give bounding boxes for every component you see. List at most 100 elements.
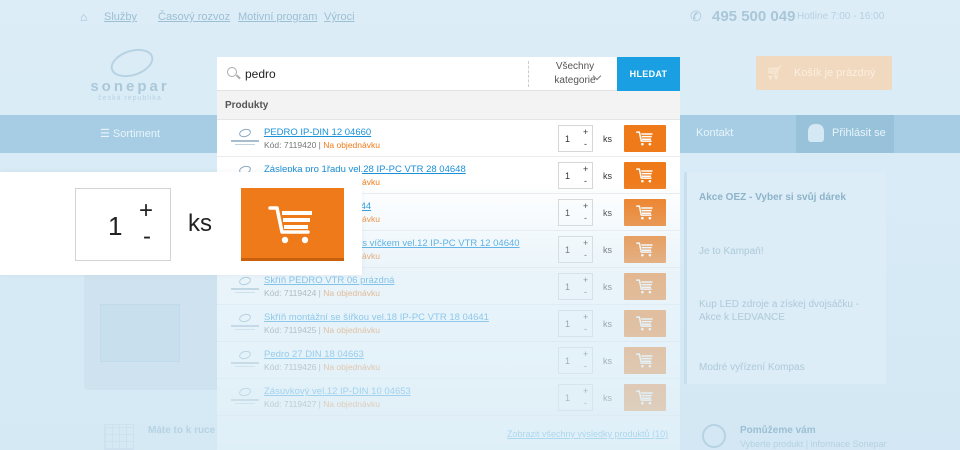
logo-mark <box>107 43 157 83</box>
bottom-right-text: Vyberte produkt | informace Sonepar <box>740 439 887 449</box>
header-cart-button[interactable]: 🛒︎ Košík je prázdný <box>756 56 892 90</box>
quantity-value[interactable]: 1 <box>565 171 570 181</box>
quantity-stepper[interactable]: 1 + - <box>558 273 593 300</box>
increment-button[interactable]: + <box>583 201 588 211</box>
product-thumbnail[interactable] <box>229 349 261 369</box>
add-to-cart-button[interactable] <box>624 125 666 152</box>
nav-kontakt[interactable]: Kontakt <box>696 127 733 139</box>
quantity-value[interactable]: 1 <box>565 208 570 218</box>
top-link[interactable]: Motivní program <box>238 11 317 23</box>
bottom-right-title: Pomůžeme vám <box>740 425 816 436</box>
product-code-label: Kód: 7119424 <box>264 288 317 298</box>
nav-sortiment[interactable]: ☰ Sortiment <box>100 127 160 140</box>
add-to-cart-button[interactable] <box>624 384 666 411</box>
side-item[interactable]: Kup LED zdroje a získej dvojsáčku - Akce… <box>699 298 879 324</box>
quantity-value[interactable]: 1 <box>565 282 570 292</box>
thumbnail-bar <box>235 292 255 293</box>
add-to-cart-button[interactable] <box>624 310 666 337</box>
quantity-value[interactable]: 1 <box>565 319 570 329</box>
side-panel: Akce OEZ - Vyber si svůj dárek Je to Kam… <box>684 172 886 384</box>
quantity-value[interactable]: 1 <box>565 245 570 255</box>
thumbnail-logo <box>238 275 252 287</box>
product-name-link[interactable]: PEDRO IP-DIN 12 04660 <box>264 127 371 138</box>
increment-button[interactable]: + <box>583 238 588 248</box>
decrement-button[interactable]: - <box>584 176 587 186</box>
decrement-button[interactable]: - <box>584 287 587 297</box>
cart-icon <box>636 316 653 331</box>
login-button[interactable]: Přihlásit se <box>796 115 894 153</box>
top-link[interactable]: Časový rozvoz <box>158 11 230 23</box>
quantity-stepper[interactable]: 1 + - <box>558 125 593 152</box>
product-name-link[interactable]: Zásuvkový vel.12 IP-DIN 10 04653 <box>264 386 411 397</box>
product-thumbnail[interactable] <box>229 312 261 332</box>
decrement-button[interactable]: - <box>584 398 587 408</box>
availability-status: Na objednávku <box>323 288 380 298</box>
quantity-stepper[interactable]: 1 + - <box>558 347 593 374</box>
home-icon[interactable]: ⌂ <box>80 10 87 24</box>
increment-button[interactable]: + <box>583 312 588 322</box>
search-input[interactable] <box>245 65 515 83</box>
quantity-stepper[interactable]: 1 + - <box>558 236 593 263</box>
quantity-value[interactable]: 1 <box>108 211 122 242</box>
hotline-hours: Hotline 7:00 - 16:00 <box>797 11 885 22</box>
top-bar: ⌂ Služby Časový rozvoz Motivní program V… <box>0 0 960 34</box>
cart-label: Košík je prázdný <box>794 67 876 79</box>
add-to-cart-button[interactable] <box>624 273 666 300</box>
unit-label: ks <box>188 210 212 237</box>
quantity-value[interactable]: 1 <box>565 356 570 366</box>
quantity-stepper[interactable]: 1 + - <box>75 188 171 261</box>
thumbnail-logo <box>238 127 252 139</box>
availability-status: Na objednávku <box>323 140 380 150</box>
increment-button[interactable]: + <box>139 199 153 223</box>
thumbnail-bar <box>231 325 259 327</box>
product-row: Zásuvkový vel.12 IP-DIN 10 04653 Kód: 711… <box>217 379 680 416</box>
decrement-button[interactable]: - <box>584 324 587 334</box>
decrement-button[interactable]: - <box>584 361 587 371</box>
add-to-cart-button[interactable] <box>624 162 666 189</box>
add-to-cart-button[interactable] <box>624 347 666 374</box>
search-bar: Všechny kategorie HLEDAT <box>217 57 680 91</box>
increment-button[interactable]: + <box>583 164 588 174</box>
cart-icon <box>636 279 653 294</box>
logo-brand: sonepar <box>90 78 170 95</box>
side-item[interactable]: Je to Kampaň! <box>699 246 763 257</box>
search-button[interactable]: HLEDAT <box>617 57 680 91</box>
decrement-button[interactable]: - <box>143 225 151 249</box>
product-thumbnail[interactable] <box>229 275 261 295</box>
quantity-stepper[interactable]: 1 + - <box>558 310 593 337</box>
bottom-left-title: Máte to k ruce <box>148 425 216 436</box>
add-to-cart-button[interactable] <box>241 188 344 261</box>
unit-label: ks <box>603 282 612 292</box>
quantity-value[interactable]: 1 <box>565 134 570 144</box>
add-to-cart-button[interactable] <box>624 236 666 263</box>
thumbnail-bar <box>235 403 255 404</box>
show-all-link[interactable]: Zobrazit všechny výsledky produktů (10) <box>507 429 668 439</box>
quantity-stepper[interactable]: 1 + - <box>558 162 593 189</box>
add-to-cart-button[interactable] <box>624 199 666 226</box>
product-thumbnail[interactable] <box>229 386 261 406</box>
product-name-link[interactable]: Skříň PEDRO VTR 06 prázdná <box>264 275 394 286</box>
top-link[interactable]: Služby <box>104 11 137 23</box>
thumbnail-bar <box>235 366 255 367</box>
quantity-stepper[interactable]: 1 + - <box>558 199 593 226</box>
decrement-button[interactable]: - <box>584 139 587 149</box>
increment-button[interactable]: + <box>583 275 588 285</box>
decrement-button[interactable]: - <box>584 250 587 260</box>
product-name-link[interactable]: Pedro 27 DIN 18 04663 <box>264 349 364 360</box>
top-link[interactable]: Výroci <box>324 11 355 23</box>
category-select[interactable]: Všechny kategorie <box>535 60 615 88</box>
quantity-stepper[interactable]: 1 + - <box>558 384 593 411</box>
increment-button[interactable]: + <box>583 386 588 396</box>
side-item[interactable]: Modré vyřízení Kompas <box>699 362 805 373</box>
cart-icon <box>636 353 653 368</box>
search-divider <box>528 61 529 87</box>
increment-button[interactable]: + <box>583 349 588 359</box>
increment-button[interactable]: + <box>583 127 588 137</box>
product-name-link[interactable]: Skříň montážní se šířkou vel.18 IP-PC VT… <box>264 312 489 323</box>
product-thumbnail[interactable] <box>229 127 261 147</box>
zoom-callout: 1 + - ks <box>0 172 362 275</box>
side-item[interactable]: Akce OEZ - Vyber si svůj dárek <box>699 192 846 203</box>
decrement-button[interactable]: - <box>584 213 587 223</box>
quantity-value[interactable]: 1 <box>565 393 570 403</box>
logo[interactable]: sonepar česká republika <box>80 43 180 102</box>
